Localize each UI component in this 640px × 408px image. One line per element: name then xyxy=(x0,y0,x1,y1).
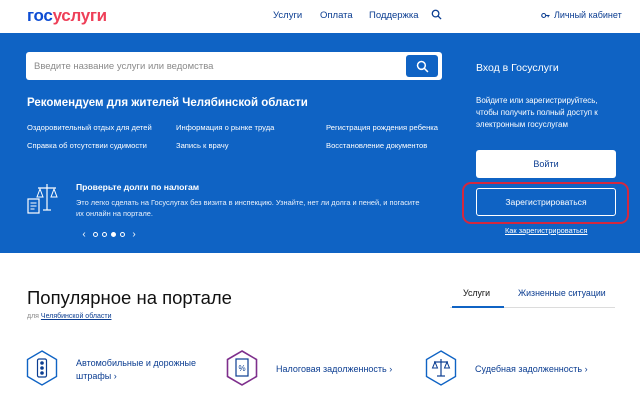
nav-payment[interactable]: Оплата xyxy=(320,10,353,21)
search-button[interactable] xyxy=(406,55,438,77)
region-prefix: для xyxy=(27,313,39,320)
key-icon xyxy=(541,12,550,18)
svg-text:%: % xyxy=(238,364,245,373)
logo-part1: гос xyxy=(27,6,53,25)
recommend-link-restore-documents[interactable]: Восстановление документов xyxy=(326,141,427,150)
login-button[interactable]: Войти xyxy=(476,150,616,178)
cabinet-label: Личный кабинет xyxy=(554,10,622,20)
logo-part2: услуги xyxy=(52,6,108,25)
service-car-fines-line2: штрафы › xyxy=(76,371,117,381)
login-title: Вход в Госуслуги xyxy=(476,62,559,74)
service-tax-debt[interactable]: Налоговая задолженность › xyxy=(276,363,392,376)
how-to-register-link[interactable]: Как зарегистрироваться xyxy=(505,226,588,235)
promo-pager: ‹ › xyxy=(79,229,139,240)
nav-services[interactable]: Услуги xyxy=(273,10,302,21)
login-description: Войдите или зарегистрируйтесь, чтобы пол… xyxy=(476,96,598,129)
nav-support[interactable]: Поддержка xyxy=(369,10,419,21)
gosuslugi-logo[interactable]: госуслуги xyxy=(27,6,107,26)
recommend-link-children-rest[interactable]: Оздоровительный отдых для детей xyxy=(27,123,152,132)
pager-dot[interactable] xyxy=(120,232,125,237)
tab-life-situations[interactable]: Жизненные ситуации xyxy=(518,288,606,298)
scales-document-icon xyxy=(27,184,58,214)
top-header: госуслуги Услуги Оплата Поддержка Личный… xyxy=(0,0,640,33)
promo-title: Проверьте долги по налогам xyxy=(76,182,200,192)
personal-cabinet-link[interactable]: Личный кабинет xyxy=(541,10,622,20)
search-input[interactable] xyxy=(34,58,394,74)
recommend-title: Рекомендуем для жителей Челябинской обла… xyxy=(27,97,308,109)
scales-icon[interactable] xyxy=(425,350,457,386)
tab-services[interactable]: Услуги xyxy=(463,288,490,298)
traffic-light-icon[interactable] xyxy=(26,350,58,386)
recommend-link-labor-market[interactable]: Информация о рынке труда xyxy=(176,123,274,132)
service-court-debt[interactable]: Судебная задолженность › xyxy=(475,363,588,376)
service-car-fines-line1: Автомобильные и дорожные xyxy=(76,358,197,368)
search-icon xyxy=(416,60,428,72)
hero-panel: Рекомендуем для жителей Челябинской обла… xyxy=(0,33,640,253)
pager-dot-active[interactable] xyxy=(111,232,116,237)
pager-dot[interactable] xyxy=(102,232,107,237)
service-car-fines[interactable]: Автомобильные и дорожные штрафы › xyxy=(76,357,196,383)
popular-title: Популярное на портале xyxy=(27,287,232,308)
region-selector: для Челябинской области xyxy=(27,313,111,320)
tax-document-icon[interactable]: % xyxy=(226,350,258,386)
pager-dot[interactable] xyxy=(93,232,98,237)
region-link[interactable]: Челябинской области xyxy=(41,313,112,320)
recommend-link-doctor[interactable]: Запись к врачу xyxy=(176,141,229,150)
register-button[interactable]: Зарегистрироваться xyxy=(476,188,616,216)
search-icon[interactable] xyxy=(431,9,442,20)
promo-text: Это легко сделать на Госуслугах без визи… xyxy=(76,198,420,218)
recommend-link-birth-registration[interactable]: Регистрация рождения ребенка xyxy=(326,123,438,132)
service-search xyxy=(26,52,442,80)
recommend-link-no-criminal-record[interactable]: Справка об отсутствии судимости xyxy=(27,141,147,150)
chevron-right-icon[interactable]: › xyxy=(129,229,139,240)
chevron-left-icon[interactable]: ‹ xyxy=(79,229,89,240)
tab-active-indicator xyxy=(452,306,504,308)
